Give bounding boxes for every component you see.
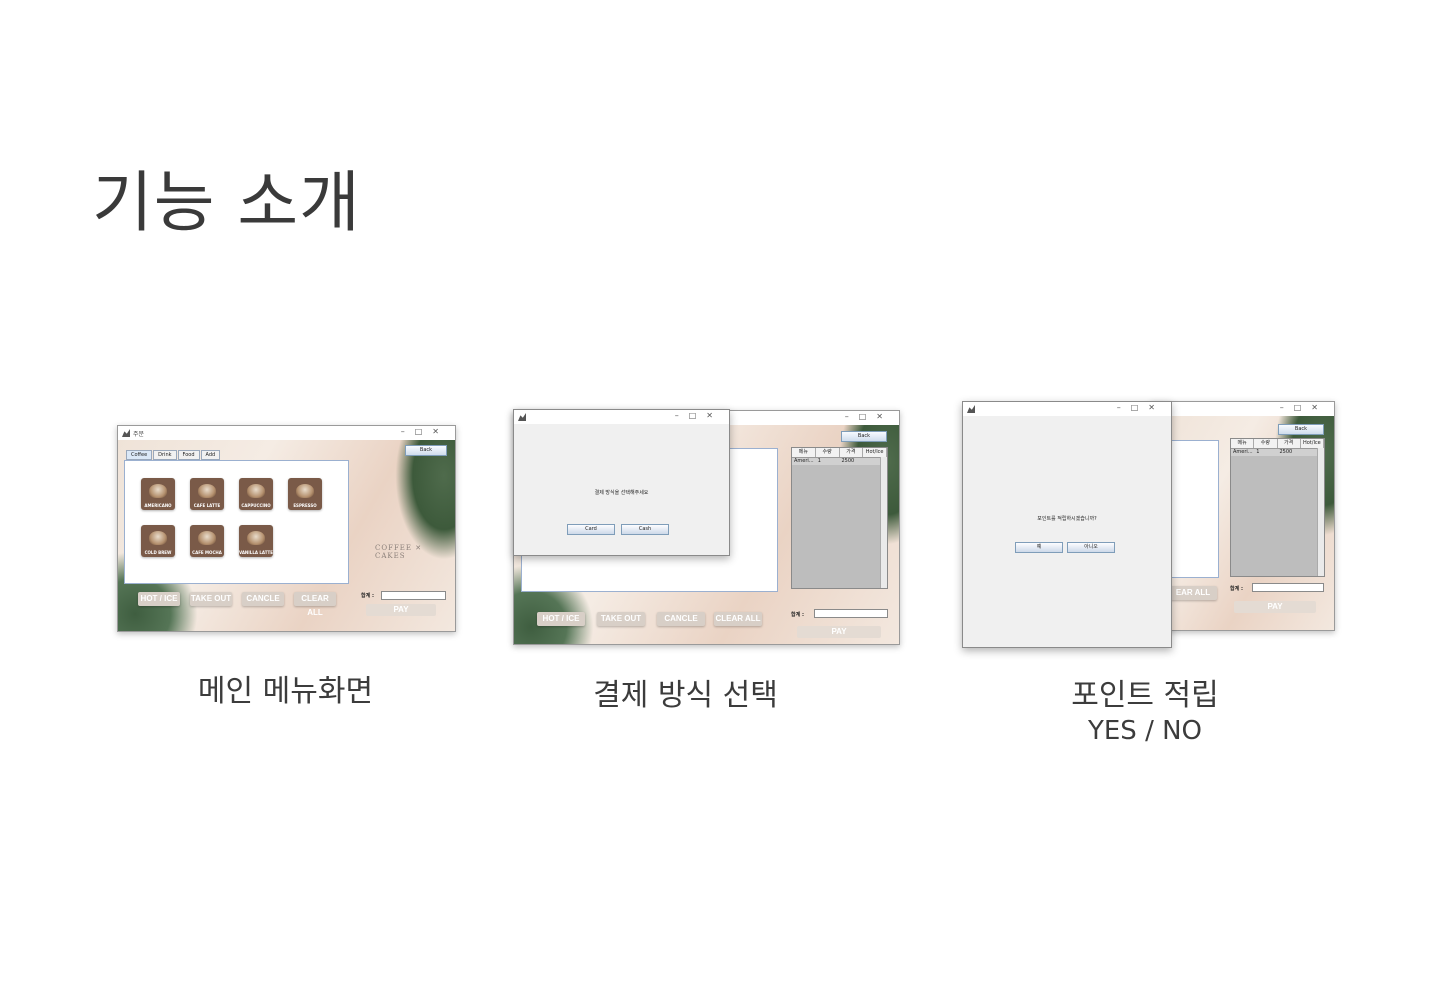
order-table-header: 메뉴 수량 가격 Hot/Ice (1231, 439, 1324, 449)
cafe-logo: COFFEE ✕ CAKES (375, 544, 423, 560)
product-cold-brew[interactable]: COLD BREW (141, 525, 175, 557)
leaf-decoration (395, 440, 455, 560)
order-table: 메뉴 수량 가격 Hot/Ice Ameri... 1 2500 (1230, 438, 1325, 577)
table-row[interactable]: Ameri... 1 2500 (1231, 449, 1324, 456)
scrollbar[interactable] (880, 457, 887, 588)
sum-label: 합계 : (361, 593, 374, 599)
dialog-message: 결제 방식을 선택해주세요 (594, 490, 649, 496)
take-out-button[interactable]: TAKE OUT (597, 612, 645, 626)
order-table-header: 메뉴 수량 가격 Hot/Ice (792, 448, 887, 458)
product-vanilla-latte[interactable]: VANILLA LATTE (239, 525, 273, 557)
title-bar: –□✕ (1151, 402, 1334, 416)
pay-button[interactable]: PAY (366, 604, 436, 616)
window-controls[interactable]: –□✕ (401, 427, 449, 436)
take-out-button[interactable]: TAKE OUT (190, 592, 232, 606)
tab-drink[interactable]: Drink (153, 450, 177, 460)
sum-field (381, 591, 446, 600)
product-cafe-latte[interactable]: CAFE LATTE (190, 478, 224, 510)
clear-all-button[interactable]: CLEAR ALL (714, 612, 762, 626)
cancel-button[interactable]: CANCLE (657, 612, 705, 626)
hot-ice-button[interactable]: HOT / ICE (537, 612, 585, 626)
dialog-message: 포인트를 적립하시겠습니까? (1037, 516, 1097, 522)
payment-dialog: –□✕ 결제 방식을 선택해주세요 Card Cash (513, 409, 730, 556)
caption-points: 포인트 적립 YES / NO (1045, 676, 1245, 749)
sum-label: 합계 : (1230, 586, 1243, 592)
back-button[interactable]: Back (841, 431, 887, 442)
product-espresso[interactable]: ESPRESSO (288, 478, 322, 510)
dialog-title-bar: –□✕ (514, 410, 729, 424)
order-table: 메뉴 수량 가격 Hot/Ice Ameri... 1 2500 (791, 447, 888, 589)
order-window: –□✕ Back 메뉴 수량 가격 Hot/Ice Ameri... 1 250… (1150, 401, 1335, 631)
background: Back 메뉴 수량 가격 Hot/Ice Ameri... 1 2500 EA… (1151, 416, 1334, 630)
hot-ice-button[interactable]: HOT / ICE (138, 592, 180, 606)
no-button[interactable]: 아니오 (1067, 542, 1115, 553)
sum-label: 합계 : (791, 612, 804, 618)
column-header[interactable]: 수량 (1254, 439, 1278, 448)
caption-payment: 결제 방식 선택 (593, 678, 778, 713)
window-controls[interactable]: –□✕ (675, 411, 723, 420)
app-icon (122, 429, 130, 437)
menu-panel: AMERICANO CAFE LATTE CAPPUCCINO ESPRESSO… (124, 460, 349, 584)
sum-field (814, 609, 888, 618)
cancel-button[interactable]: CANCLE (242, 592, 284, 606)
scrollbar[interactable] (1317, 448, 1324, 576)
title-bar: 주문 –□✕ (118, 426, 455, 440)
window-title: 주문 (133, 431, 145, 438)
caption-points-title: 포인트 적립 (1071, 678, 1219, 713)
category-tabs: Coffee Drink Food Add (126, 450, 221, 460)
table-row[interactable]: Ameri... 1 2500 (792, 458, 887, 465)
caption-main-menu: 메인 메뉴화면 (197, 674, 374, 709)
points-dialog: –□✕ 포인트를 적립하시겠습니까? 예 아니오 (962, 401, 1172, 648)
app-icon (518, 413, 526, 421)
product-cappuccino[interactable]: CAPPUCCINO (239, 478, 273, 510)
slide-title: 기능 소개 (92, 164, 361, 241)
caption-points-sub: YES / NO (1087, 716, 1203, 746)
tab-food[interactable]: Food (177, 450, 200, 460)
back-button[interactable]: Back (405, 445, 447, 456)
product-americano[interactable]: AMERICANO (141, 478, 175, 510)
back-button[interactable]: Back (1278, 424, 1324, 435)
dialog-title-bar: –□✕ (963, 402, 1171, 416)
tab-add[interactable]: Add (200, 450, 221, 460)
window-controls[interactable]: –□✕ (845, 412, 893, 421)
column-header[interactable]: 가격 (840, 448, 864, 457)
column-header[interactable]: Hot/Ice (863, 448, 887, 457)
column-header[interactable]: 메뉴 (792, 448, 816, 457)
cash-button[interactable]: Cash (621, 524, 669, 535)
app-icon (967, 405, 975, 413)
column-header[interactable]: 메뉴 (1231, 439, 1255, 448)
tab-coffee[interactable]: Coffee (126, 450, 153, 460)
sum-field (1252, 583, 1324, 592)
clear-all-button[interactable]: CLEAR ALL (294, 592, 336, 617)
column-header[interactable]: 수량 (816, 448, 840, 457)
window-controls[interactable]: –□✕ (1117, 403, 1165, 412)
main-menu-window: 주문 –□✕ Back Coffee Drink Food Add AMERIC… (117, 425, 456, 632)
column-header[interactable]: 가격 (1278, 439, 1301, 448)
yes-button[interactable]: 예 (1015, 542, 1063, 553)
column-header[interactable]: Hot/Ice (1301, 439, 1324, 448)
background: Back Coffee Drink Food Add AMERICANO CAF… (118, 440, 455, 631)
pay-button[interactable]: PAY (1234, 601, 1316, 613)
pay-button[interactable]: PAY (797, 626, 881, 638)
clear-all-button[interactable]: EAR ALL (1169, 586, 1217, 600)
card-button[interactable]: Card (567, 524, 615, 535)
window-controls[interactable]: –□✕ (1280, 403, 1328, 412)
product-cafe-mocha[interactable]: CAFE MOCHA (190, 525, 224, 557)
